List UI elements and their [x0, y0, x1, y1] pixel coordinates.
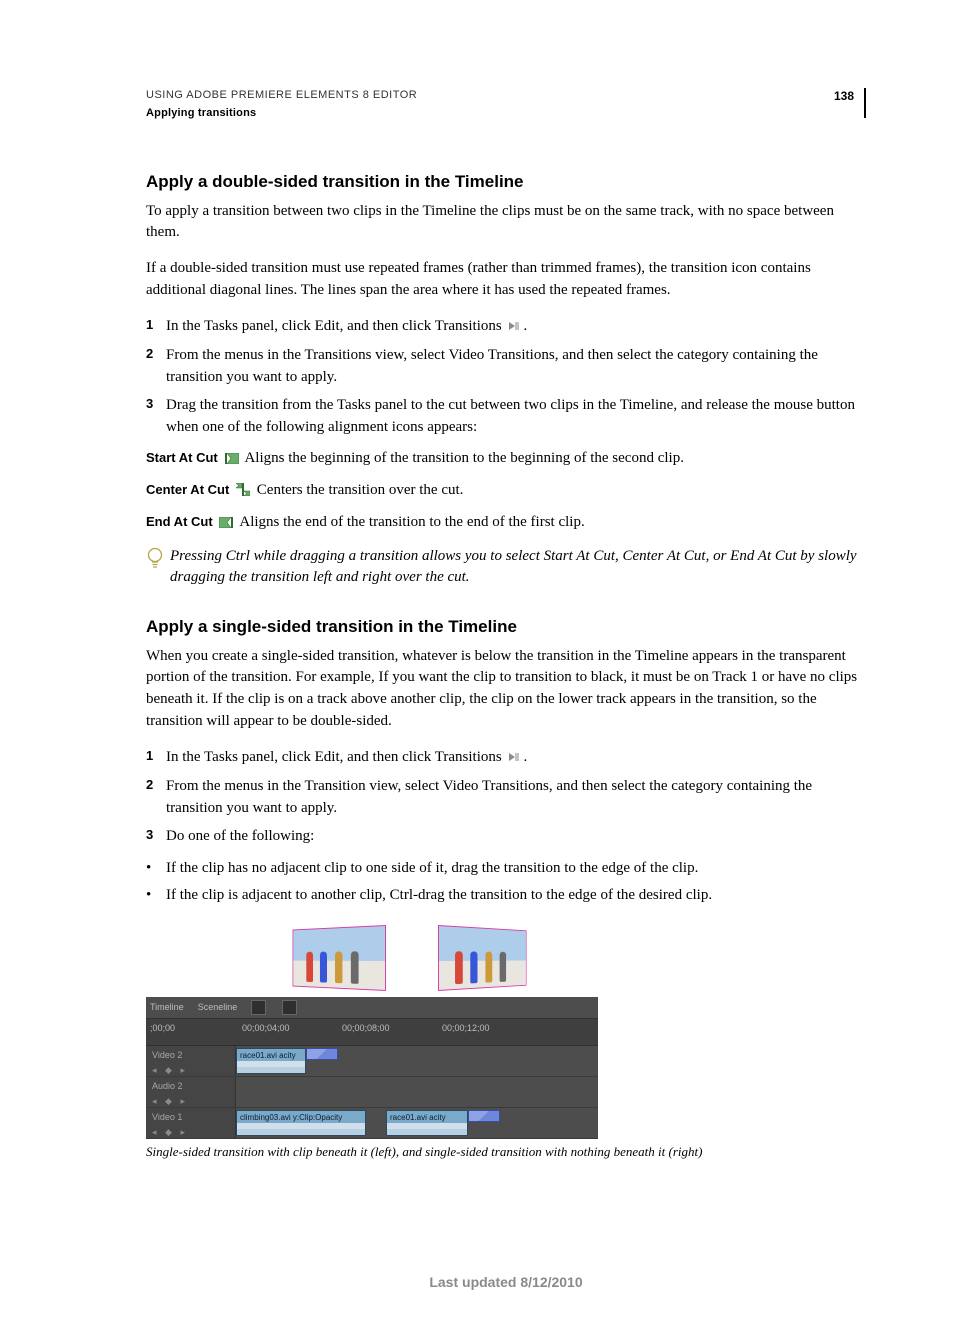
- s2-steps: 1 In the Tasks panel, click Edit, and th…: [146, 747, 866, 848]
- step-text: Do one of the following:: [166, 826, 866, 848]
- bullet-text: If the clip has no adjacent clip to one …: [166, 858, 698, 880]
- def-end-at-cut: End At Cut Aligns the end of the transit…: [146, 512, 866, 536]
- figure-timeline: Timeline Sceneline ;00;00 00;00;04;00 00…: [146, 925, 866, 1162]
- list-item: 1 In the Tasks panel, click Edit, and th…: [146, 747, 866, 771]
- heading-double-sided: Apply a double-sided transition in the T…: [146, 170, 866, 195]
- tool-icon: [282, 1000, 297, 1015]
- def-term: End At Cut: [146, 514, 213, 529]
- transitions-icon: [508, 749, 520, 771]
- list-item: • If the clip has no adjacent clip to on…: [146, 858, 866, 880]
- def-text: Centers the transition over the cut.: [257, 482, 464, 498]
- step-text: Drag the transition from the Tasks panel…: [166, 395, 866, 439]
- list-item: 2 From the menus in the Transitions view…: [146, 345, 866, 389]
- transition-icon: [468, 1110, 500, 1122]
- step-text: In the Tasks panel, click Edit, and then…: [166, 316, 866, 340]
- tab-sceneline: Sceneline: [198, 1001, 238, 1014]
- transition-icon: [306, 1048, 338, 1060]
- thumbnail-left: [293, 925, 386, 991]
- s1-p1: To apply a transition between two clips …: [146, 201, 866, 245]
- header-section: Applying transitions: [146, 106, 822, 122]
- center-at-cut-icon: [236, 482, 250, 504]
- bullet: •: [146, 858, 166, 880]
- step-number: 3: [146, 826, 166, 848]
- tip: Pressing Ctrl while dragging a transitio…: [146, 546, 866, 590]
- list-item: 2 From the menus in the Transition view,…: [146, 776, 866, 820]
- tool-icon: [251, 1000, 266, 1015]
- list-item: 3 Do one of the following:: [146, 826, 866, 848]
- clip: race01.avi acity: [236, 1048, 306, 1074]
- header-rule: [864, 88, 866, 118]
- s2-p1: When you create a single-sided transitio…: [146, 646, 866, 733]
- heading-single-sided: Apply a single-sided transition in the T…: [146, 615, 866, 640]
- track-lane: climbing03.avi y:Clip:Opacity race01.avi…: [236, 1108, 598, 1138]
- track-video1: Video 1 ◂ ◆ ▸ climbing03.avi y:Clip:Opac…: [146, 1108, 598, 1139]
- footer-updated: Last updated 8/12/2010: [146, 1272, 866, 1292]
- timecode: ;00;00: [150, 1022, 175, 1035]
- thumbnail-right: [438, 925, 527, 991]
- track-lane: race01.avi acity: [236, 1046, 598, 1076]
- list-item: • If the clip is adjacent to another cli…: [146, 885, 866, 907]
- timeline-panel: Timeline Sceneline ;00;00 00;00;04;00 00…: [146, 997, 598, 1139]
- tip-text: Pressing Ctrl while dragging a transitio…: [170, 546, 866, 590]
- figure-wrap: Timeline Sceneline ;00;00 00;00;04;00 00…: [146, 925, 598, 1139]
- track-video2: Video 2 ◂ ◆ ▸ race01.avi acity: [146, 1046, 598, 1077]
- timecode: 00;00;04;00: [242, 1022, 290, 1035]
- list-item: 3 Drag the transition from the Tasks pan…: [146, 395, 866, 439]
- time-ruler: ;00;00 00;00;04;00 00;00;08;00 00;00;12;…: [146, 1019, 598, 1046]
- track-audio2: Audio 2 ◂ ◆ ▸: [146, 1077, 598, 1108]
- list-item: 1 In the Tasks panel, click Edit, and th…: [146, 316, 866, 340]
- start-at-cut-icon: [225, 450, 239, 472]
- step-number: 3: [146, 395, 166, 439]
- step-text: In the Tasks panel, click Edit, and then…: [166, 747, 866, 771]
- clip: climbing03.avi y:Clip:Opacity: [236, 1110, 366, 1136]
- transitions-icon: [508, 318, 520, 340]
- end-at-cut-icon: [219, 514, 233, 536]
- def-term: Center At Cut: [146, 482, 229, 497]
- figure-thumbs: [146, 925, 598, 991]
- bullet: •: [146, 885, 166, 907]
- tab-timeline: Timeline: [150, 1001, 184, 1014]
- def-text: Aligns the end of the transition to the …: [239, 514, 584, 530]
- step-number: 1: [146, 747, 166, 771]
- step-number: 2: [146, 345, 166, 389]
- page-number: 138: [822, 88, 860, 105]
- def-term: Start At Cut: [146, 450, 218, 465]
- def-center-at-cut: Center At Cut Centers the transition ove…: [146, 480, 866, 504]
- lightbulb-icon: [146, 547, 168, 577]
- track-label: Video 1 ◂ ◆ ▸: [146, 1108, 236, 1138]
- step-number: 1: [146, 316, 166, 340]
- timecode: 00;00;12;00: [442, 1022, 490, 1035]
- timeline-tabs: Timeline Sceneline: [146, 997, 598, 1019]
- header-title: USING ADOBE PREMIERE ELEMENTS 8 EDITOR: [146, 88, 822, 104]
- track-label: Video 2 ◂ ◆ ▸: [146, 1046, 236, 1076]
- clip: race01.avi acity: [386, 1110, 468, 1136]
- track-label: Audio 2 ◂ ◆ ▸: [146, 1077, 236, 1107]
- s2-bullets: • If the clip has no adjacent clip to on…: [146, 858, 866, 908]
- header-left: USING ADOBE PREMIERE ELEMENTS 8 EDITOR A…: [146, 88, 822, 122]
- s1-p2: If a double-sided transition must use re…: [146, 258, 866, 302]
- step-text: From the menus in the Transitions view, …: [166, 345, 866, 389]
- page: USING ADOBE PREMIERE ELEMENTS 8 EDITOR A…: [0, 0, 954, 1332]
- step-number: 2: [146, 776, 166, 820]
- running-header: USING ADOBE PREMIERE ELEMENTS 8 EDITOR A…: [146, 88, 866, 122]
- timecode: 00;00;08;00: [342, 1022, 390, 1035]
- figure-caption: Single-sided transition with clip beneat…: [146, 1143, 866, 1162]
- step-text: From the menus in the Transition view, s…: [166, 776, 866, 820]
- def-start-at-cut: Start At Cut Aligns the beginning of the…: [146, 448, 866, 472]
- bullet-text: If the clip is adjacent to another clip,…: [166, 885, 712, 907]
- def-text: Aligns the beginning of the transition t…: [244, 450, 684, 466]
- header-right: 138: [822, 88, 866, 122]
- s1-steps: 1 In the Tasks panel, click Edit, and th…: [146, 316, 866, 439]
- track-lane: [236, 1077, 598, 1107]
